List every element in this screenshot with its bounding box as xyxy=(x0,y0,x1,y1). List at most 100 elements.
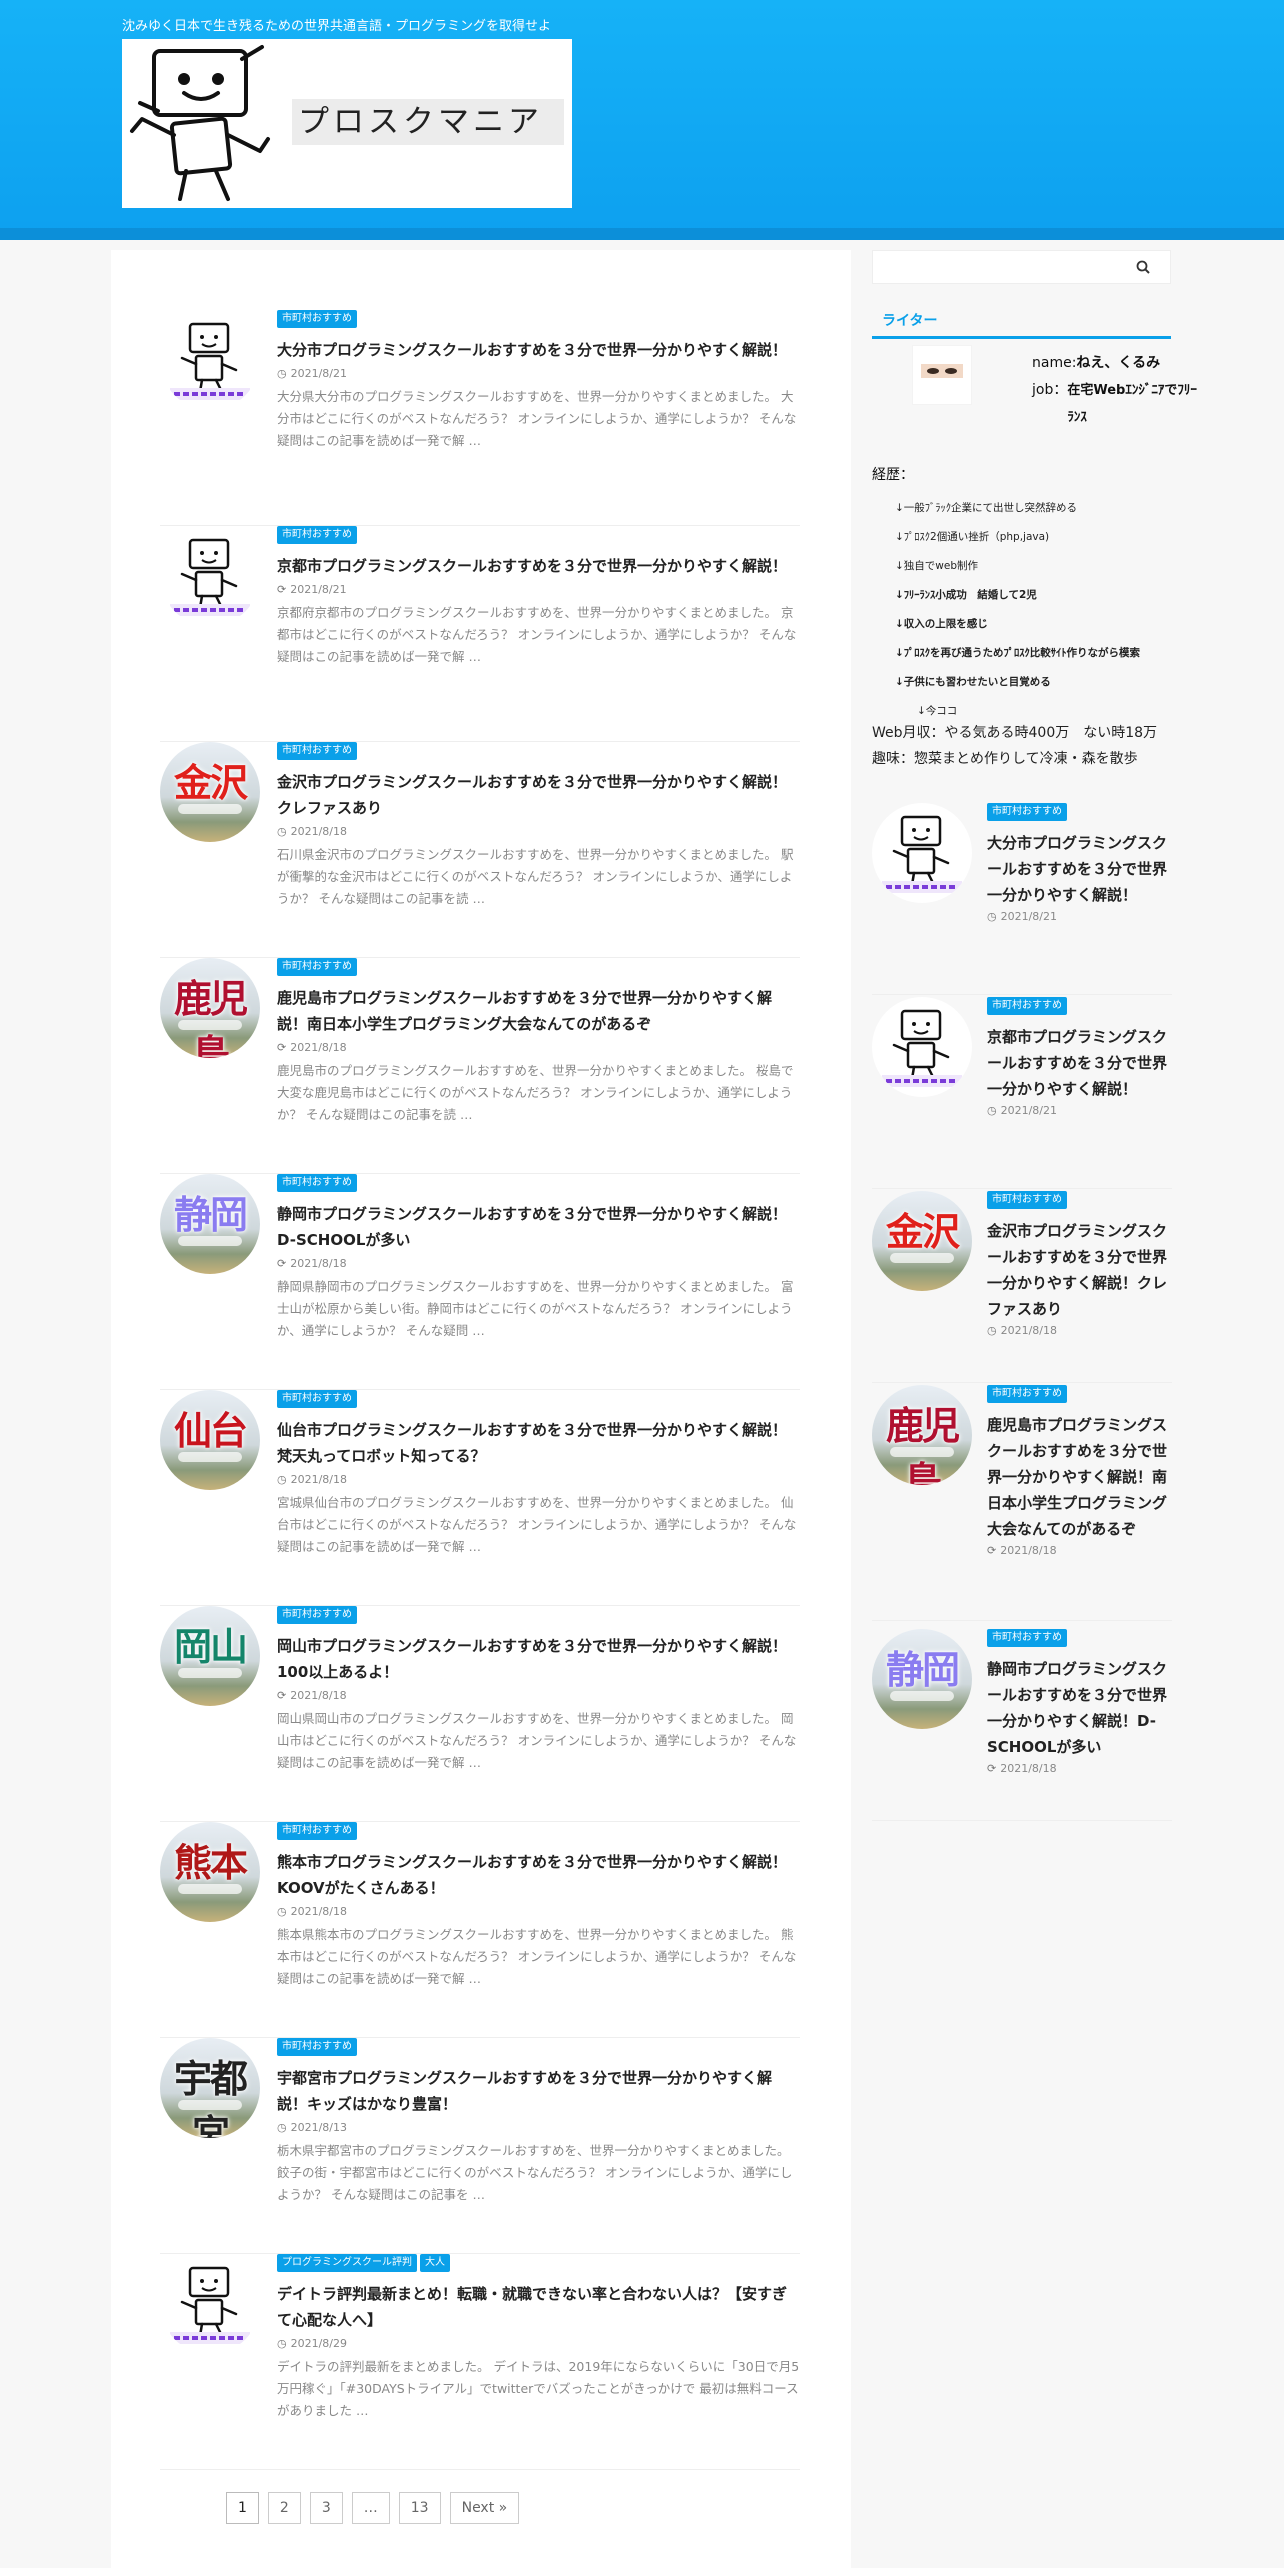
category-badge[interactable]: 市町村おすすめ xyxy=(277,1174,357,1192)
category-badge[interactable]: 市町村おすすめ xyxy=(987,803,1067,821)
post-excerpt: デイトラの評判最新をまとめました。 デイトラは、2019年にならないくらいに「3… xyxy=(277,2359,800,2418)
post-thumbnail[interactable] xyxy=(160,2254,260,2354)
post-title[interactable]: 鹿児島市プログラミングスクールおすすめを３分で世界一分かりやすく解説！南日本小学… xyxy=(277,985,800,1037)
pagination-page[interactable]: 3 xyxy=(309,2492,343,2524)
post-item[interactable]: 仙台 市町村おすすめ 仙台市プログラミングスクールおすすめを３分で世界一分かりや… xyxy=(160,1390,800,1606)
category-badge[interactable]: 大人 xyxy=(420,2254,450,2272)
category-badge[interactable]: 市町村おすすめ xyxy=(277,1822,357,1840)
career-item: ↓収入の上限を感じ xyxy=(895,618,988,630)
category-badge[interactable]: 市町村おすすめ xyxy=(277,958,357,976)
career-list: ↓一般ﾌﾞﾗｯｸ企業にて出世し突然辞める ↓ﾌﾟﾛｽｸ2個通い挫折（php,jav… xyxy=(895,494,1140,726)
post-item[interactable]: 熊本 市町村おすすめ 熊本市プログラミングスクールおすすめを３分で世界一分かりや… xyxy=(160,1822,800,2038)
category-badge[interactable]: 市町村おすすめ xyxy=(987,1385,1067,1403)
sidebar-post-item[interactable]: 鹿児島 市町村おすすめ 鹿児島市プログラミングスクールおすすめを３分で世界一分か… xyxy=(872,1385,1172,1621)
post-thumb-ribbon xyxy=(178,1020,242,1030)
writer-job: 在宅Webｴﾝｼﾞﾆｱでﾌﾘｰﾗﾝｽ xyxy=(1067,383,1197,425)
post-thumbnail[interactable]: 金沢 xyxy=(160,742,260,842)
post-title[interactable]: 京都市プログラミングスクールおすすめを３分で世界一分かりやすく解説！ xyxy=(277,553,800,579)
post-date-text: 2021/8/18 xyxy=(290,1473,348,1486)
pagination-page[interactable]: 13 xyxy=(398,2492,441,2524)
category-badge[interactable]: 市町村おすすめ xyxy=(987,1629,1067,1647)
category-badge[interactable]: 市町村おすすめ xyxy=(277,742,357,760)
category-badge[interactable]: 市町村おすすめ xyxy=(987,1191,1067,1209)
category-badge[interactable]: 市町村おすすめ xyxy=(987,997,1067,1015)
category-badge[interactable]: 市町村おすすめ xyxy=(277,526,357,544)
writer-name: ねえ、くるみ xyxy=(1076,355,1161,371)
pagination-next[interactable]: Next » xyxy=(449,2492,520,2524)
sidebar-post-thumbnail[interactable]: 金沢 xyxy=(872,1191,972,1291)
sidebar-post-item[interactable]: 市町村おすすめ 大分市プログラミングスクールおすすめを３分で世界一分かりやすく解… xyxy=(872,803,1172,995)
writer-name-label: name: xyxy=(1032,355,1077,371)
post-thumbnail[interactable]: 静岡 xyxy=(160,1174,260,1274)
sidebar-post-item[interactable]: 市町村おすすめ 京都市プログラミングスクールおすすめを３分で世界一分かりやすく解… xyxy=(872,997,1172,1189)
clock-icon: ◷ xyxy=(277,2121,287,2134)
post-date-text: 2021/8/29 xyxy=(290,2337,348,2350)
sidebar-thumb-kanji: 金沢 xyxy=(885,1210,960,1254)
post-title[interactable]: 岡山市プログラミングスクールおすすめを３分で世界一分かりやすく解説！100以上あ… xyxy=(277,1633,800,1685)
post-item[interactable]: プログラミングスクール評判 大人 デイトラ評判最新まとめ！転職・就職できない率と合… xyxy=(160,2254,800,2470)
sidebar-post-date-text: 2021/8/18 xyxy=(1000,1762,1057,1775)
post-thumbnail[interactable]: 宇都宮 xyxy=(160,2038,260,2138)
writer-avatar xyxy=(912,345,972,405)
main-content: 市町村おすすめ 大分市プログラミングスクールおすすめを３分で世界一分かりやすく解… xyxy=(111,250,851,2568)
sidebar-thumb-kanji: 鹿児島 xyxy=(885,1404,960,1485)
category-badge[interactable]: 市町村おすすめ xyxy=(277,2038,357,2056)
sidebar-post-title[interactable]: 京都市プログラミングスクールおすすめを３分で世界一分かりやすく解説！ xyxy=(987,1024,1172,1102)
sidebar-post-title[interactable]: 金沢市プログラミングスクールおすすめを３分で世界一分かりやすく解説！クレファスあ… xyxy=(987,1218,1172,1322)
post-date: ◷ 2021/8/13 xyxy=(277,2121,800,2134)
category-badge[interactable]: プログラミングスクール評判 xyxy=(277,2254,417,2272)
post-item[interactable]: 静岡 市町村おすすめ 静岡市プログラミングスクールおすすめを３分で世界一分かりや… xyxy=(160,1174,800,1390)
post-title[interactable]: 金沢市プログラミングスクールおすすめを３分で世界一分かりやすく解説！クレファスあ… xyxy=(277,769,800,821)
post-thumbnail[interactable]: 仙台 xyxy=(160,1390,260,1490)
header-band xyxy=(0,228,1284,240)
category-badge[interactable]: 市町村おすすめ xyxy=(277,310,357,328)
sidebar-post-title[interactable]: 大分市プログラミングスクールおすすめを３分で世界一分かりやすく解説！ xyxy=(987,830,1172,908)
sidebar-post-thumbnail[interactable] xyxy=(872,803,972,903)
sidebar-post-thumbnail[interactable] xyxy=(872,997,972,1097)
post-title[interactable]: デイトラ評判最新まとめ！転職・就職できない率と合わない人は？【安すぎて心配な人へ… xyxy=(277,2281,800,2333)
post-thumbnail[interactable] xyxy=(160,526,260,626)
post-item[interactable]: 金沢 市町村おすすめ 金沢市プログラミングスクールおすすめを３分で世界一分かりや… xyxy=(160,742,800,958)
refresh-icon: ⟳ xyxy=(987,1544,997,1557)
site-logo[interactable]: プロスクマニア xyxy=(122,39,572,208)
sidebar-post-item[interactable]: 静岡 市町村おすすめ 静岡市プログラミングスクールおすすめを３分で世界一分かりや… xyxy=(872,1629,1172,1821)
sidebar-post-title[interactable]: 鹿児島市プログラミングスクールおすすめを３分で世界一分かりやすく解説！南日本小学… xyxy=(987,1412,1172,1542)
post-excerpt: 大分県大分市のプログラミングスクールおすすめを、世界一分かりやすくまとめました。… xyxy=(277,389,797,448)
search-input[interactable] xyxy=(879,257,1119,279)
career-item: ↓独自でweb制作 xyxy=(895,560,979,572)
post-item[interactable]: 市町村おすすめ 京都市プログラミングスクールおすすめを３分で世界一分かりやすく解… xyxy=(160,526,800,742)
sidebar-post-thumbnail[interactable]: 鹿児島 xyxy=(872,1385,972,1485)
post-thumbnail[interactable] xyxy=(160,310,260,410)
writer-tab-label: ライター xyxy=(882,313,938,329)
post-title[interactable]: 大分市プログラミングスクールおすすめを３分で世界一分かりやすく解説！ xyxy=(277,337,800,363)
writer-tab[interactable]: ライター xyxy=(872,305,1171,339)
post-thumb-ribbon xyxy=(178,1452,242,1462)
post-title[interactable]: 熊本市プログラミングスクールおすすめを３分で世界一分かりやすく解説！KOOVがた… xyxy=(277,1849,800,1901)
post-date-text: 2021/8/18 xyxy=(290,1257,347,1270)
post-date-text: 2021/8/18 xyxy=(290,1689,347,1702)
post-thumbnail[interactable]: 鹿児島 xyxy=(160,958,260,1058)
post-item[interactable]: 宇都宮 市町村おすすめ 宇都宮市プログラミングスクールおすすめを３分で世界一分か… xyxy=(160,2038,800,2254)
category-badge[interactable]: 市町村おすすめ xyxy=(277,1390,357,1408)
search-icon[interactable] xyxy=(1136,260,1150,274)
pagination: 1 2 3… 13 Next » xyxy=(226,2492,520,2524)
post-title[interactable]: 静岡市プログラミングスクールおすすめを３分で世界一分かりやすく解説！D-SCHO… xyxy=(277,1201,800,1253)
pagination-page[interactable]: 1 xyxy=(226,2492,259,2524)
sidebar-post-item[interactable]: 金沢 市町村おすすめ 金沢市プログラミングスクールおすすめを３分で世界一分かりや… xyxy=(872,1191,1172,1383)
post-item[interactable]: 市町村おすすめ 大分市プログラミングスクールおすすめを３分で世界一分かりやすく解… xyxy=(160,310,800,526)
post-excerpt: 熊本県熊本市のプログラミングスクールおすすめを、世界一分かりやすくまとめました。… xyxy=(277,1927,797,1986)
post-item[interactable]: 岡山 市町村おすすめ 岡山市プログラミングスクールおすすめを３分で世界一分かりや… xyxy=(160,1606,800,1822)
post-title[interactable]: 仙台市プログラミングスクールおすすめを３分で世界一分かりやすく解説！梵天丸ってロ… xyxy=(277,1417,800,1469)
post-item[interactable]: 鹿児島 市町村おすすめ 鹿児島市プログラミングスクールおすすめを３分で世界一分か… xyxy=(160,958,800,1174)
post-thumbnail[interactable]: 岡山 xyxy=(160,1606,260,1706)
pagination-page[interactable]: 2 xyxy=(267,2492,301,2524)
clock-icon: ◷ xyxy=(277,2337,287,2350)
career-item: ↓ﾌﾟﾛｽｸを再び通うためﾌﾟﾛｽｸ比較ｻｲﾄ作りながら模索 xyxy=(895,647,1141,659)
robot-thumbnail-icon xyxy=(160,2254,260,2354)
sidebar-post-title[interactable]: 静岡市プログラミングスクールおすすめを３分で世界一分かりやすく解説！D-SCHO… xyxy=(987,1656,1172,1760)
category-badge[interactable]: 市町村おすすめ xyxy=(277,1606,357,1624)
post-date-text: 2021/8/21 xyxy=(290,583,347,596)
post-thumbnail[interactable]: 熊本 xyxy=(160,1822,260,1922)
post-title[interactable]: 宇都宮市プログラミングスクールおすすめを３分で世界一分かりやすく解説！キッズはか… xyxy=(277,2065,800,2117)
sidebar-post-thumbnail[interactable]: 静岡 xyxy=(872,1629,972,1729)
